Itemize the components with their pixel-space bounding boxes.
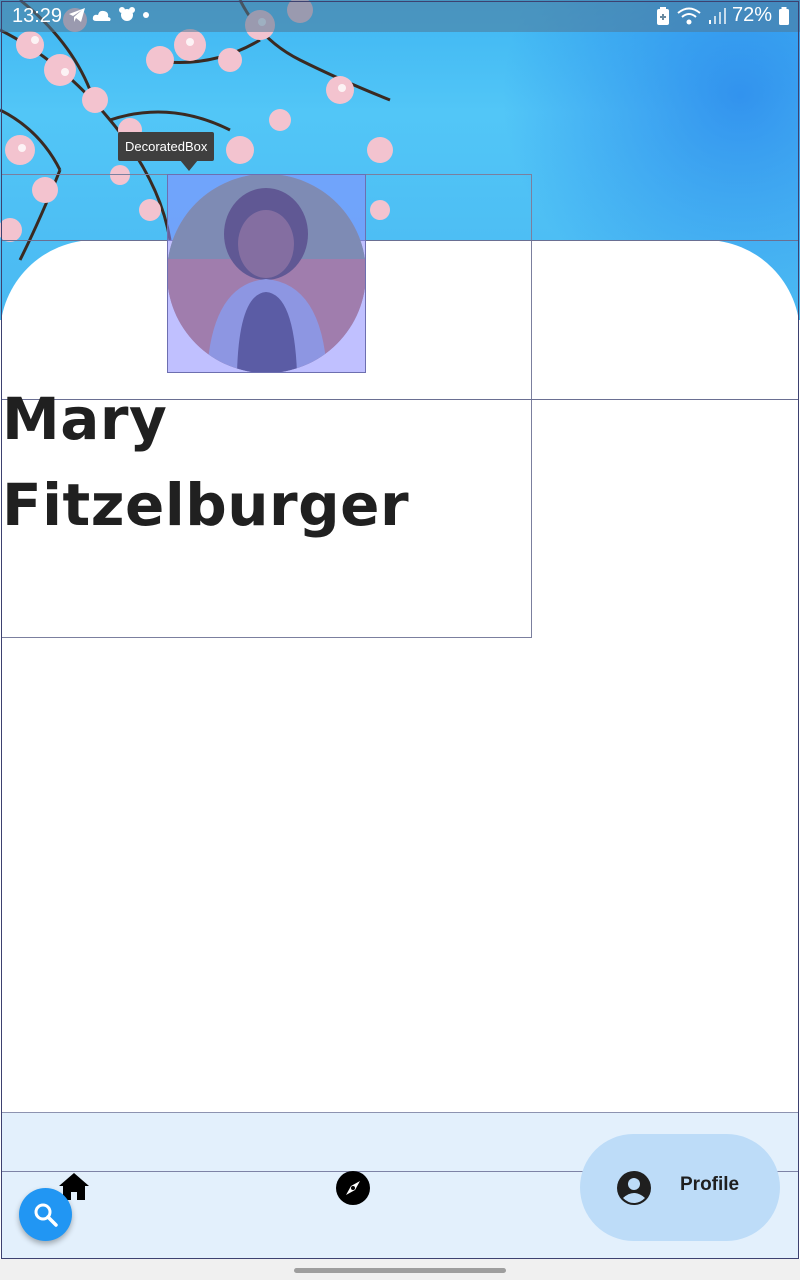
account-circle-icon: [617, 1171, 651, 1205]
search-fab-button[interactable]: [19, 1188, 72, 1241]
nav-item-profile-label: Profile: [680, 1174, 740, 1195]
dot-icon: [143, 12, 149, 18]
signal-icon: [708, 7, 726, 24]
avatar-container[interactable]: [167, 174, 366, 373]
telegram-icon: [69, 8, 85, 22]
profile-name: Mary Fitzelburger: [2, 376, 522, 548]
inspector-tooltip: DecoratedBox: [118, 132, 215, 161]
battery-icon: [779, 6, 789, 25]
inspector-selection-highlight: [167, 174, 366, 373]
bottom-navigation-bar: Profile: [2, 1112, 798, 1259]
profile-last-name: Fitzelburger: [2, 471, 410, 539]
tooltip-arrow: [180, 160, 198, 171]
compass-icon[interactable]: [335, 1170, 371, 1206]
status-time: 13:29: [12, 5, 63, 27]
search-icon: [34, 1203, 58, 1227]
status-system-icons: 72%: [656, 4, 790, 27]
gesture-handle[interactable]: [294, 1268, 506, 1273]
battery-saver-icon: [656, 6, 669, 25]
status-bar: 13:29 72%: [0, 0, 800, 32]
wifi-icon: [677, 7, 701, 24]
battery-percentage: 72%: [731, 4, 772, 26]
notification-icon: [119, 7, 135, 21]
profile-first-name: Mary: [2, 385, 168, 453]
nav-item-profile[interactable]: Profile: [580, 1134, 780, 1241]
status-notification-icons: [68, 7, 150, 23]
cloud-icon: [92, 10, 111, 21]
